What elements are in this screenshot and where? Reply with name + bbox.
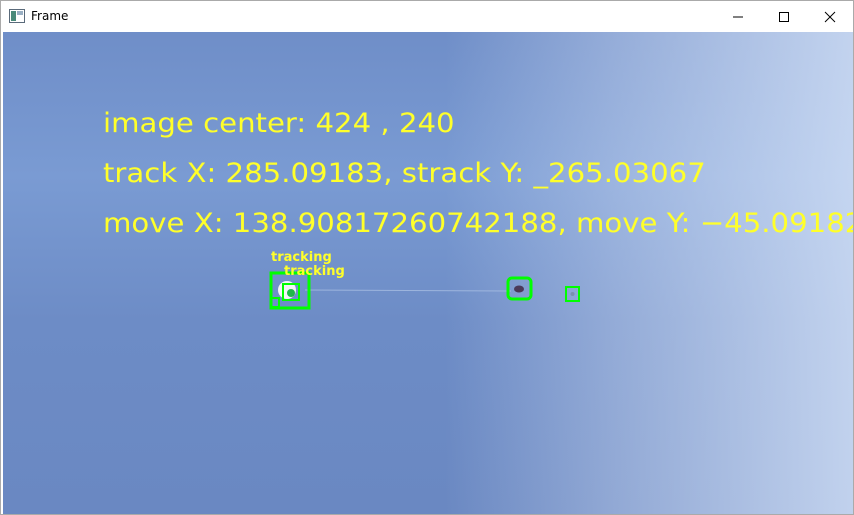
tracked-object <box>514 285 524 293</box>
app-icon <box>9 9 25 23</box>
window-title: Frame <box>31 9 69 23</box>
frame-window: Frame image center: 424 , 240 track X: 2… <box>0 0 854 515</box>
minimize-icon <box>733 16 743 17</box>
close-icon <box>824 11 836 22</box>
move-coordinates-text: move X: 138.90817260742188, move Y: −45.… <box>103 208 853 239</box>
close-button[interactable] <box>807 1 853 32</box>
tracking-label: tracking <box>271 250 332 265</box>
track-coordinates-text: track X: 285.09183, strack Y: _265.03067 <box>103 158 706 189</box>
tracking-label: tracking <box>284 264 345 279</box>
maximize-icon <box>779 11 789 22</box>
title-bar[interactable]: Frame <box>1 1 853 32</box>
image-center-text: image center: 424 , 240 <box>103 108 455 139</box>
track-line <box>304 289 512 292</box>
tracked-object <box>570 292 575 296</box>
tracking-scene <box>269 271 580 310</box>
maximize-button[interactable] <box>761 1 807 32</box>
video-frame: image center: 424 , 240 track X: 285.091… <box>3 32 853 514</box>
minimize-button[interactable] <box>715 1 761 32</box>
